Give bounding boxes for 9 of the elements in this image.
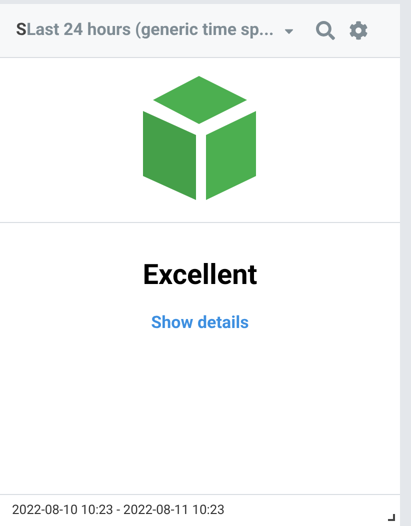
cube-icon bbox=[143, 76, 257, 201]
show-details-link[interactable]: Show details bbox=[151, 311, 249, 336]
status-label: Excellent bbox=[142, 257, 258, 293]
search-icon[interactable] bbox=[316, 21, 335, 40]
time-range-title: Last 24 hours (generic time sp... bbox=[26, 18, 274, 42]
resize-handle-icon[interactable] bbox=[388, 514, 396, 522]
settings-icon[interactable] bbox=[348, 21, 368, 40]
header-prefix: S bbox=[16, 18, 26, 42]
date-range-text: 2022-08-10 10:23 - 2022-08-11 10:23 bbox=[12, 502, 226, 520]
